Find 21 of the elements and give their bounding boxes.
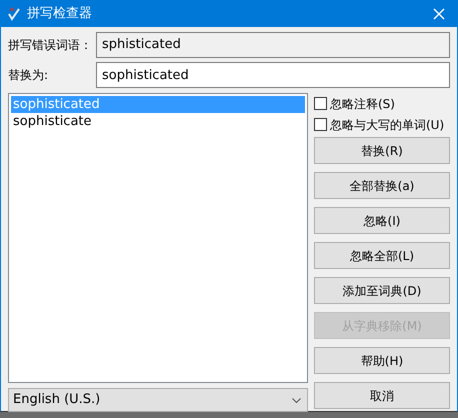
dialog-button[interactable]: 替换(R)	[314, 137, 450, 164]
spellcheck-icon	[7, 7, 21, 21]
replace-label: 替换为:	[8, 67, 50, 84]
dialog-button[interactable]: 全部替换(a)	[314, 172, 450, 199]
dialog-button[interactable]: 帮助(H)	[314, 347, 450, 374]
dialog-button[interactable]: 忽略全部(L)	[314, 242, 450, 269]
dialog-button[interactable]: 忽略(I)	[314, 207, 450, 234]
checkbox[interactable]	[314, 118, 327, 131]
replace-field[interactable]: sophisticated	[96, 62, 450, 88]
dialog-button[interactable]: 添加至词典(D)	[314, 277, 450, 304]
window-title: 拼写检查器	[27, 5, 92, 24]
chevron-down-icon	[292, 398, 301, 402]
close-icon	[433, 8, 445, 20]
checkbox-label: 忽略注释(S)	[330, 96, 395, 112]
misspelled-label: 拼写错误词语：	[8, 37, 93, 54]
checkbox-label: 忽略与大写的单词(U)	[330, 116, 444, 134]
language-dropdown[interactable]: English (U.S.)	[8, 388, 308, 412]
dialog-button[interactable]: 取消	[314, 382, 450, 409]
checkbox[interactable]	[314, 97, 327, 110]
misspelled-word-field: sphisticated	[96, 32, 450, 58]
suggestion-item[interactable]: sophisticate	[11, 113, 305, 130]
